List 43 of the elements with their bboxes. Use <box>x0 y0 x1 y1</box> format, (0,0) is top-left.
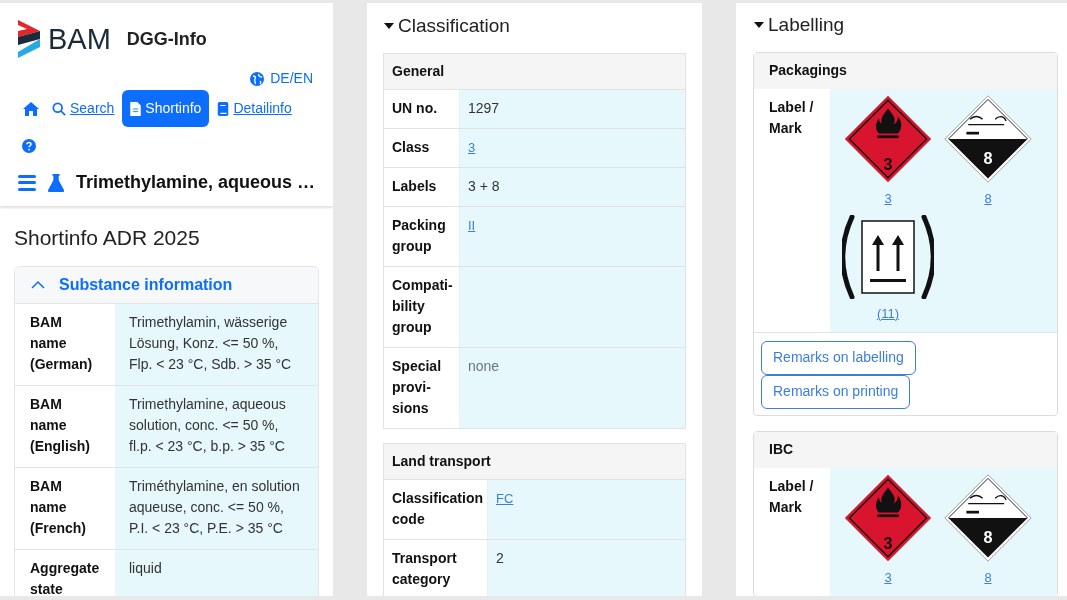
row-value: Trimethylamine, aqueous solution, conc. <= 50 %, fl.p. < 23 °C, b.p. > 35 °C <box>115 385 318 467</box>
row-label: BAM name (English) <box>29 394 91 456</box>
page-heading: Shortinfo ADR 2025 <box>14 225 201 251</box>
label-link[interactable]: 3 <box>884 566 892 588</box>
row-label: Label / Mark <box>768 476 815 517</box>
label-link[interactable]: (11) <box>876 302 900 324</box>
label-link[interactable]: 8 <box>984 187 992 209</box>
corrosive-label-icon: 8 <box>943 93 1033 184</box>
remarks-button[interactable]: Remarks on printing <box>761 374 911 409</box>
nav-link[interactable]: Search <box>52 90 115 127</box>
value-link[interactable]: II <box>468 217 476 233</box>
app-name: DGG-Info <box>126 27 207 51</box>
value-cell: 3 + 8 <box>460 167 685 206</box>
corrosive-label-icon: 8 <box>943 472 1033 563</box>
table-heading: General <box>384 53 685 90</box>
value-cell: none <box>460 347 685 428</box>
label-link[interactable]: 3 <box>884 187 892 209</box>
row-label: BAM name (German) <box>29 312 94 374</box>
nav-link[interactable]: Detailinfo <box>217 90 292 127</box>
substance-title: Trimethylamine, aqueous … <box>75 171 315 194</box>
section-toggle[interactable]: Labelling <box>753 11 845 40</box>
row-value: Triméthylamine, en solution aqueuse, conc. <= 50 %, P.I. < 23 °C, P.E. > 35 °C <box>115 467 318 549</box>
flame-label-icon: 3 <box>843 93 933 184</box>
remarks-button[interactable]: Remarks on labelling <box>761 340 916 375</box>
value-link[interactable]: FC <box>496 490 514 506</box>
row-label: Label / Mark <box>768 97 815 138</box>
label-link[interactable]: 8 <box>984 566 992 588</box>
nav-link[interactable]: Shortinfo <box>122 90 210 127</box>
value-cell: 1297 <box>460 89 685 128</box>
row-value: liquid <box>115 549 318 596</box>
card-heading: Packagings <box>754 52 1057 89</box>
value-link[interactable]: 3 <box>468 139 476 155</box>
language-link[interactable]: DE/EN <box>270 68 313 89</box>
value-cell: 2 <box>488 539 685 596</box>
row-label: BAM name (French) <box>29 476 87 538</box>
flame-label-icon: 3 <box>843 472 933 563</box>
brand-logo-text: BAM <box>48 24 111 54</box>
card-heading: IBC <box>754 431 1057 468</box>
row-label: Aggregate state <box>29 558 101 596</box>
section-toggle[interactable]: Classification <box>383 12 510 41</box>
accordion-header[interactable]: Substance information <box>15 266 318 304</box>
table-heading: Land transport <box>384 443 685 480</box>
row-value: Trimethylamin, wässerige Lösung, Konz. <= 50 %, Flp. < 23 °C, Sdb. > 35 °C <box>115 303 318 385</box>
